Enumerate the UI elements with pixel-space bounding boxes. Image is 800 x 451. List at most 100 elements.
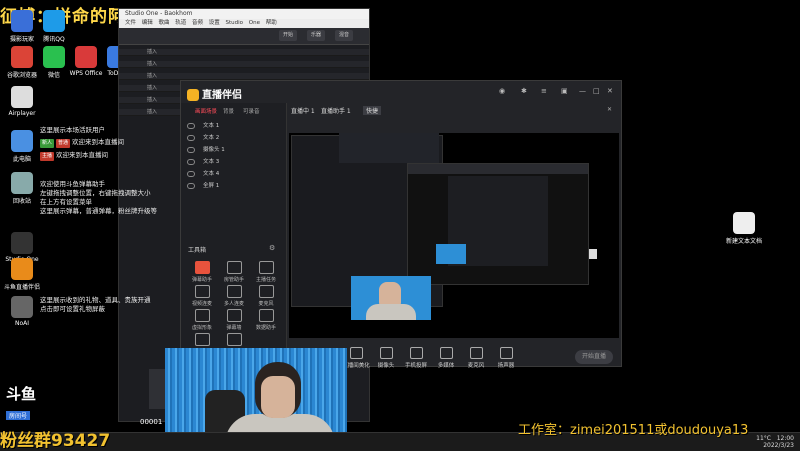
notice-text: 点击即可设置礼物屏蔽	[40, 305, 105, 313]
tab-quick[interactable]: 快捷	[363, 106, 382, 115]
source-label: 文本 2	[203, 135, 220, 141]
douyu-room-label: 房间号	[6, 411, 31, 420]
tab-scene[interactable]: 画面场景	[195, 107, 217, 115]
notice-tag: 新人	[40, 139, 55, 148]
multi-link-icon	[226, 285, 242, 298]
beautify-icon	[349, 347, 363, 359]
bug-icon[interactable]: ✱	[521, 87, 527, 95]
daw-track[interactable]: 插入	[119, 61, 369, 68]
app-title: 直播伴侣	[187, 86, 242, 101]
desktop-icon[interactable]: 腾讯QQ	[34, 10, 74, 43]
more-icon	[226, 333, 242, 346]
eye-icon[interactable]	[187, 170, 195, 177]
start-live-button[interactable]: 开始直播	[575, 350, 613, 364]
bottom-button[interactable]: 麦克风	[459, 347, 493, 369]
tab-assistant-1[interactable]: 直播助手 1	[321, 106, 351, 115]
source-label: 文本 4	[203, 171, 220, 177]
live-companion-window[interactable]: 直播伴侣 ◉ ✱ ≡ ▣ — □ ✕ 画面场景 背景 可录音 文本 1 文本 2 摄…	[180, 80, 622, 369]
desktop-icon[interactable]: 斗鱼直播伴侣	[2, 258, 42, 291]
data-icon	[258, 309, 274, 322]
daw-mix-button[interactable]: 混音	[335, 30, 354, 41]
source-item[interactable]: 文本 1	[187, 121, 282, 132]
tool-button[interactable]: 多人连麦	[221, 285, 247, 307]
daw-instrument-button[interactable]: 乐器	[307, 30, 326, 41]
tab-live-1[interactable]: 直播中 1	[291, 106, 315, 115]
tool-button[interactable]: 弹幕墙	[221, 309, 247, 331]
bottom-button-label: 扬声器	[497, 363, 515, 369]
tab-background[interactable]: 背景	[223, 107, 234, 115]
daw-track[interactable]: 插入	[119, 49, 369, 56]
douyu-logo: 斗鱼	[6, 385, 37, 403]
maximize-icon[interactable]: □	[593, 87, 600, 95]
daw-menu-bar[interactable]: 文件 编辑 歌曲 轨道 音频 设置 Studio One 帮助	[119, 19, 369, 28]
source-item[interactable]: 摄像头 1	[187, 145, 282, 156]
tool-button[interactable]: 数据助手	[253, 309, 279, 331]
toolbox-header: 工具箱	[188, 247, 207, 254]
app-icon	[11, 296, 33, 318]
studio-overlay-text: 工作室：zimei201511或doudouya13	[518, 423, 749, 438]
menu-icon[interactable]: ≡	[541, 87, 547, 95]
tool-label: 虚拟形象	[191, 325, 212, 331]
settings-icon[interactable]: ⚙	[269, 244, 275, 252]
help-icon	[11, 258, 33, 280]
clock-time: 12:00	[776, 435, 794, 442]
notice-text: 这里展示收到的礼物、道具、贵族开通	[40, 296, 151, 304]
douyu-logo-icon	[187, 89, 199, 101]
source-item[interactable]: 文本 4	[187, 169, 282, 180]
minimize-icon[interactable]: —	[579, 87, 586, 95]
preview-area: 直播中 1 直播助手 1 快捷 ✕ 直播间美化 摄像头 手机投屏 多媒体 麦克风 扬声器 …	[287, 103, 621, 369]
bottom-button-label: 摄像头	[377, 363, 395, 369]
eye-icon[interactable]	[187, 122, 195, 129]
notice-tag: 普通	[56, 139, 71, 148]
close-icon[interactable]: ✕	[607, 106, 612, 113]
skin-icon[interactable]: ▣	[561, 87, 568, 95]
notice-line: 在上方有设置菜单	[40, 198, 92, 207]
bottom-button[interactable]: 摄像头	[369, 347, 403, 369]
desktop-icon[interactable]: 回收站	[2, 172, 42, 205]
notice-text: 左键拖拽调整位置，右键拖拽调整大小	[40, 189, 151, 197]
tool-button[interactable]: 麦克风	[253, 285, 279, 307]
tool-label: 数据助手	[255, 325, 276, 331]
preview-canvas[interactable]	[289, 133, 619, 338]
notice-text: 这里展示本场活跃用户	[40, 126, 105, 134]
close-icon[interactable]: ✕	[607, 87, 613, 95]
tool-button[interactable]: 房管助手	[221, 261, 247, 283]
desktop-icon-label: Airplayer	[8, 110, 36, 117]
tab-recordable[interactable]: 可录音	[243, 107, 260, 115]
source-item[interactable]: 全屏 1	[187, 181, 282, 192]
eye-icon[interactable]	[187, 182, 195, 189]
eye-icon[interactable]	[187, 158, 195, 165]
eye-icon[interactable]	[187, 146, 195, 153]
danmu-wall-icon	[226, 309, 242, 322]
daw-track[interactable]: 插入	[119, 73, 369, 80]
desktop-icon[interactable]: 此电脑	[2, 130, 42, 163]
source-item[interactable]: 文本 2	[187, 133, 282, 144]
tool-button[interactable]: 视频连麦	[189, 285, 215, 307]
bottom-button-label: 多媒体	[437, 363, 455, 369]
tool-button[interactable]: 主播任务	[253, 261, 279, 283]
new-text-file-icon[interactable]: 新建文本文档	[724, 212, 764, 245]
daw-title-bar[interactable]: Studio One - Baokhom	[119, 9, 369, 19]
tool-label: 多人连麦	[223, 301, 244, 307]
bottom-button[interactable]: 扬声器	[489, 347, 523, 369]
eye-icon[interactable]	[187, 134, 195, 141]
desktop-icon[interactable]: Airplayer	[2, 86, 42, 117]
bottom-button[interactable]: 手机投屏	[399, 347, 433, 369]
task-icon	[258, 261, 274, 274]
tool-button[interactable]: 虚拟形象	[189, 309, 215, 331]
desktop-icon-label: 回收站	[12, 198, 31, 205]
desktop-icon[interactable]: NoAI	[2, 296, 42, 327]
avatar[interactable]: ◉	[499, 87, 505, 95]
tool-label: 主播任务	[255, 277, 276, 283]
desktop-icon-label: 微信	[47, 72, 60, 79]
bottom-button[interactable]: 多媒体	[429, 347, 463, 369]
douyu-watermark: 斗鱼 房间号	[6, 386, 50, 424]
source-label: 文本 3	[203, 159, 220, 165]
daw-start-button[interactable]: 开始	[279, 30, 298, 41]
source-item[interactable]: 文本 3	[187, 157, 282, 168]
system-tray[interactable]: 11°C 12:00 2022/3/23	[756, 435, 794, 449]
notice-text: 欢迎来到本直播间	[72, 138, 125, 146]
tool-button[interactable]: 弹幕助手	[189, 261, 215, 283]
wechat-icon	[43, 46, 65, 68]
avatar-icon	[194, 309, 210, 322]
